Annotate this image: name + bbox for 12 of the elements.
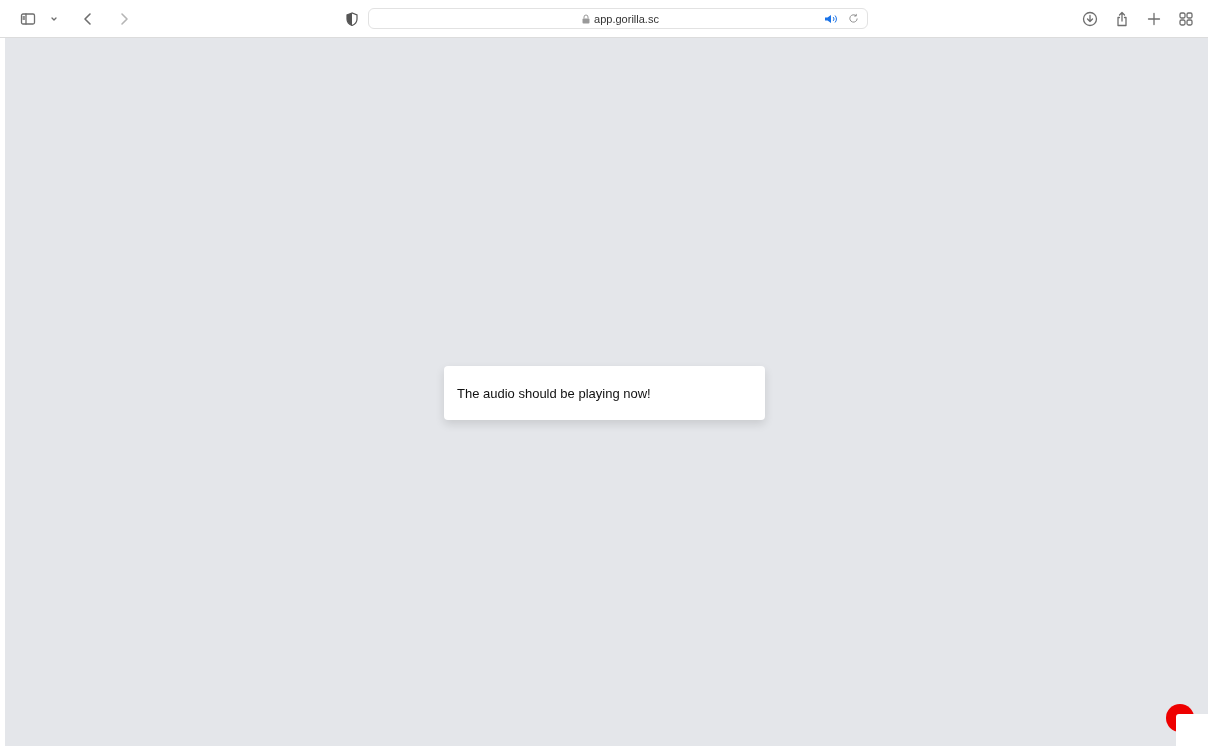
plus-icon[interactable] [1146,10,1162,27]
share-icon[interactable] [1114,10,1130,27]
url-text: app.gorilla.sc [594,12,659,25]
lock-icon [582,13,591,24]
speaker-icon[interactable] [824,13,838,24]
reload-icon[interactable] [848,13,859,24]
address-bar[interactable]: app.gorilla.sc [368,8,868,29]
sidebar-icon[interactable] [20,10,36,27]
download-icon[interactable] [1082,10,1098,27]
shield-icon[interactable] [346,11,358,26]
tab-overview-icon[interactable] [1178,10,1194,27]
message-text: The audio should be playing now! [457,385,651,401]
